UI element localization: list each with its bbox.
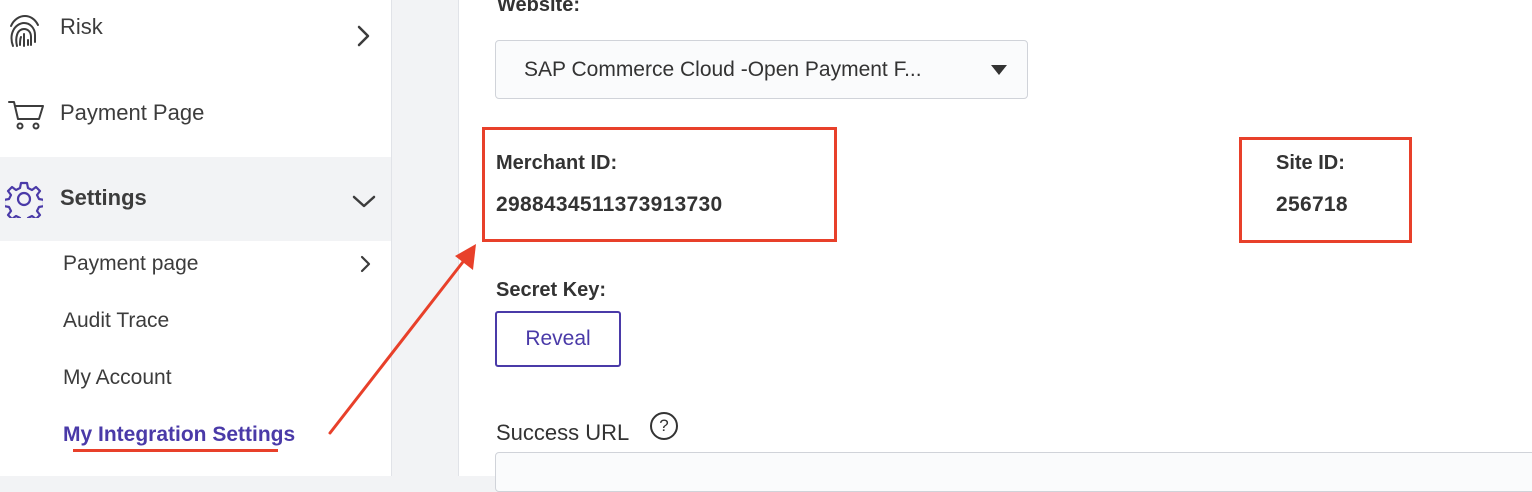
sidebar-subitem-audit-trace[interactable]: Audit Trace [63,309,169,333]
sidebar-item-settings[interactable]: Settings [0,157,391,241]
reveal-button[interactable]: Reveal [495,311,621,367]
secret-key-label: Secret Key: [496,279,607,301]
sidebar-item-label: Settings [60,185,147,210]
success-url-input[interactable] [495,452,1532,492]
annotation-box-site-id [1239,137,1412,243]
caret-down-icon [991,65,1007,75]
website-select-value: SAP Commerce Cloud -Open Payment F... [524,57,922,81]
help-icon[interactable]: ? [650,412,678,440]
sidebar-subitem-my-integration-settings[interactable]: My Integration Settings [63,423,295,447]
sidebar-subitem-payment-page[interactable]: Payment page [63,252,198,276]
sidebar-subitem-label: Audit Trace [63,309,170,332]
success-url-label: Success URL [496,420,630,445]
sidebar: Risk Payment Page Settings Payment page [0,0,392,476]
chevron-down-icon [351,189,376,213]
annotation-underline [73,449,278,452]
chevron-right-icon [358,254,374,274]
sidebar-subitem-label: My Account [63,366,172,389]
sidebar-item-risk[interactable]: Risk [0,8,391,52]
cart-icon [6,94,46,134]
sidebar-subitem-my-account[interactable]: My Account [63,366,172,390]
website-select[interactable]: SAP Commerce Cloud -Open Payment F... [495,40,1028,99]
chevron-right-icon [351,24,375,48]
gear-icon [4,179,44,219]
annotation-box-merchant-id [482,127,837,242]
sidebar-subitem-label: Payment page [63,252,199,275]
help-icon-glyph: ? [659,416,669,435]
sidebar-item-payment-page[interactable]: Payment Page [0,90,391,136]
sidebar-subitem-label: My Integration Settings [63,423,296,446]
sidebar-item-label: Risk [60,14,103,39]
website-label: Website: [497,0,580,16]
fingerprint-icon [4,10,44,50]
sidebar-item-label: Payment Page [60,100,205,125]
reveal-button-label: Reveal [525,327,591,350]
